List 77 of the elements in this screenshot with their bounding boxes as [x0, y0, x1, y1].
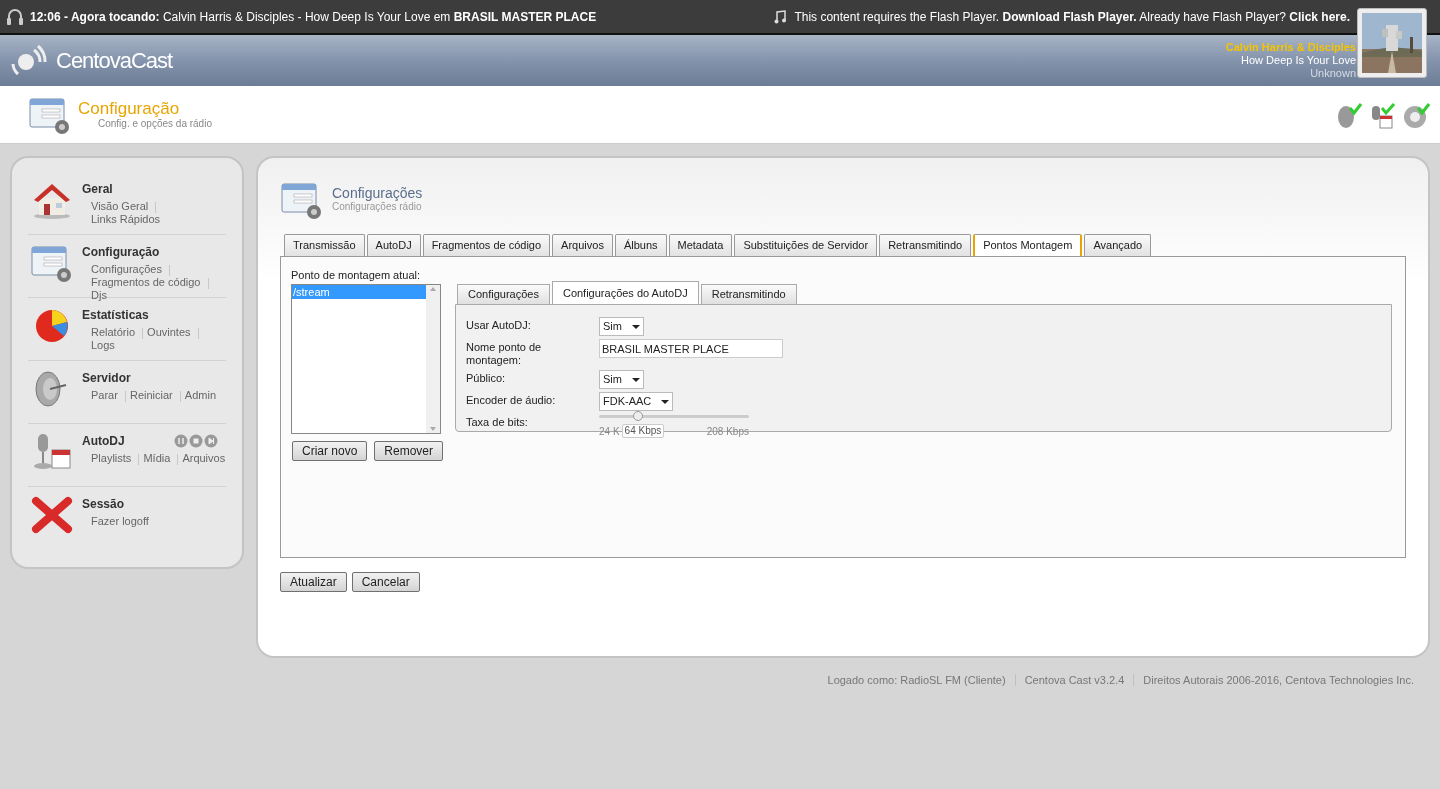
tab[interactable]: Fragmentos de código: [422, 234, 551, 256]
field-label: Nome ponto de montagem:: [466, 340, 543, 367]
action-button[interactable]: Criar novo: [292, 440, 368, 461]
close-icon: [30, 495, 74, 535]
field-label: Ponto de montagem atual:: [291, 268, 422, 283]
sidebar-heading[interactable]: Servidor: [82, 369, 131, 387]
sidebar-link[interactable]: Parar: [91, 389, 118, 401]
select-field[interactable]: Sim: [599, 317, 644, 336]
panel-title: Configurações: [332, 187, 423, 200]
select-field[interactable]: FDK-AAC: [599, 392, 674, 411]
slider-thumb[interactable]: [633, 411, 643, 421]
caret-icon: [661, 399, 670, 404]
tab[interactable]: Avançado: [1084, 234, 1152, 256]
sidebar-link[interactable]: Arquivos: [182, 452, 226, 464]
sidebar-link[interactable]: Ouvintes: [147, 326, 191, 338]
form-window-icon: [280, 180, 324, 220]
caret-icon: [631, 377, 640, 382]
sidebar-link[interactable]: Djs: [91, 289, 107, 301]
sidebar-link[interactable]: Admin: [184, 389, 216, 401]
sidebar-link[interactable]: Playlists: [91, 452, 132, 464]
tab[interactable]: AutoDJ: [366, 234, 421, 256]
sidebar-link[interactable]: Fragmentos de código: [91, 276, 201, 288]
sidebar-heading[interactable]: Sessão: [82, 495, 125, 513]
track-album: Unknown: [1310, 67, 1356, 80]
tab[interactable]: Substituições de Servidor: [734, 234, 878, 256]
sidebar-link[interactable]: Relatório: [91, 326, 136, 338]
field-label: Taxa de bits:: [466, 415, 529, 429]
field-label: Público:: [466, 371, 507, 385]
field-label: Encoder de áudio:: [466, 393, 557, 407]
headphones-icon: [6, 6, 24, 27]
footer-text: Centova Cast v3.2.4: [1024, 673, 1125, 688]
tab[interactable]: Transmissão: [284, 234, 365, 256]
skip-icon[interactable]: [204, 434, 218, 448]
tab[interactable]: Pontos Montagem: [973, 234, 1083, 256]
flash-notice-text: This content requires the Flash Player. Download Flash Player. Already have Flash Player? Click here.: [794, 8, 1350, 26]
input-field[interactable]: BRASIL MASTER PLACE: [599, 339, 783, 358]
sub-tab[interactable]: Retransmitindo: [700, 284, 797, 304]
now-playing-text: 12:06 - Agora tocando: Calvin Harris & Disciples - How Deep Is Your Love em BRASIL MASTER PLACE: [30, 8, 597, 26]
sidebar-link[interactable]: Mídia: [143, 452, 171, 464]
footer-text: Direitos Autorais 2006-2016, Centova Technologies Inc.: [1143, 673, 1414, 688]
pause-icon[interactable]: [174, 434, 188, 448]
tab[interactable]: Arquivos: [552, 234, 613, 256]
sidebar-link[interactable]: Logs: [91, 339, 115, 351]
music-note-icon: [774, 9, 787, 24]
action-button[interactable]: Atualizar: [280, 572, 347, 592]
select-field[interactable]: Sim: [599, 370, 644, 389]
page-title: Configuração: [78, 99, 181, 118]
tab[interactable]: Metadata: [668, 234, 733, 256]
tab[interactable]: Álbuns: [614, 234, 667, 256]
page-subtitle: Config. e opções da rádio: [98, 117, 212, 130]
scroll-down-icon[interactable]: [430, 426, 436, 431]
sidebar-heading[interactable]: Estatísticas: [82, 306, 149, 324]
sub-tab[interactable]: Configurações do AutoDJ: [551, 281, 699, 304]
form-window-icon: [30, 243, 74, 283]
scroll-up-icon[interactable]: [430, 286, 436, 291]
sidebar-link[interactable]: Configurações: [91, 263, 162, 275]
action-button[interactable]: Cancelar: [351, 572, 420, 592]
sidebar-heading[interactable]: Geral: [82, 180, 113, 198]
tab[interactable]: Retransmitindo: [879, 234, 972, 256]
panel-subtitle: Configurações rádio: [332, 201, 423, 213]
sub-tab[interactable]: Configurações: [457, 284, 550, 304]
value-tooltip: 64 Kbps: [621, 424, 665, 438]
sidebar-link[interactable]: Visão Geral: [91, 200, 149, 212]
sidebar-heading[interactable]: Configuração: [82, 243, 160, 261]
footer-text: Logado como: RadioSL FM (Cliente): [827, 673, 1006, 688]
action-button[interactable]: Remover: [374, 440, 444, 461]
scrollbar[interactable]: [426, 284, 440, 433]
caret-icon: [631, 324, 640, 329]
logo-text: CentovaCast: [56, 47, 173, 75]
track-artist: Calvin Harris & Disciples: [1225, 41, 1356, 54]
field-label: Usar AutoDJ:: [466, 318, 532, 332]
sidebar-heading[interactable]: AutoDJ: [82, 432, 125, 450]
stop-icon[interactable]: [189, 434, 203, 448]
sidebar-link[interactable]: Links Rápidos: [91, 213, 161, 225]
track-title: How Deep Is Your Love: [1241, 54, 1356, 67]
sidebar-link[interactable]: Reiniciar: [129, 389, 173, 401]
sidebar-link[interactable]: Fazer logoff: [91, 515, 149, 527]
